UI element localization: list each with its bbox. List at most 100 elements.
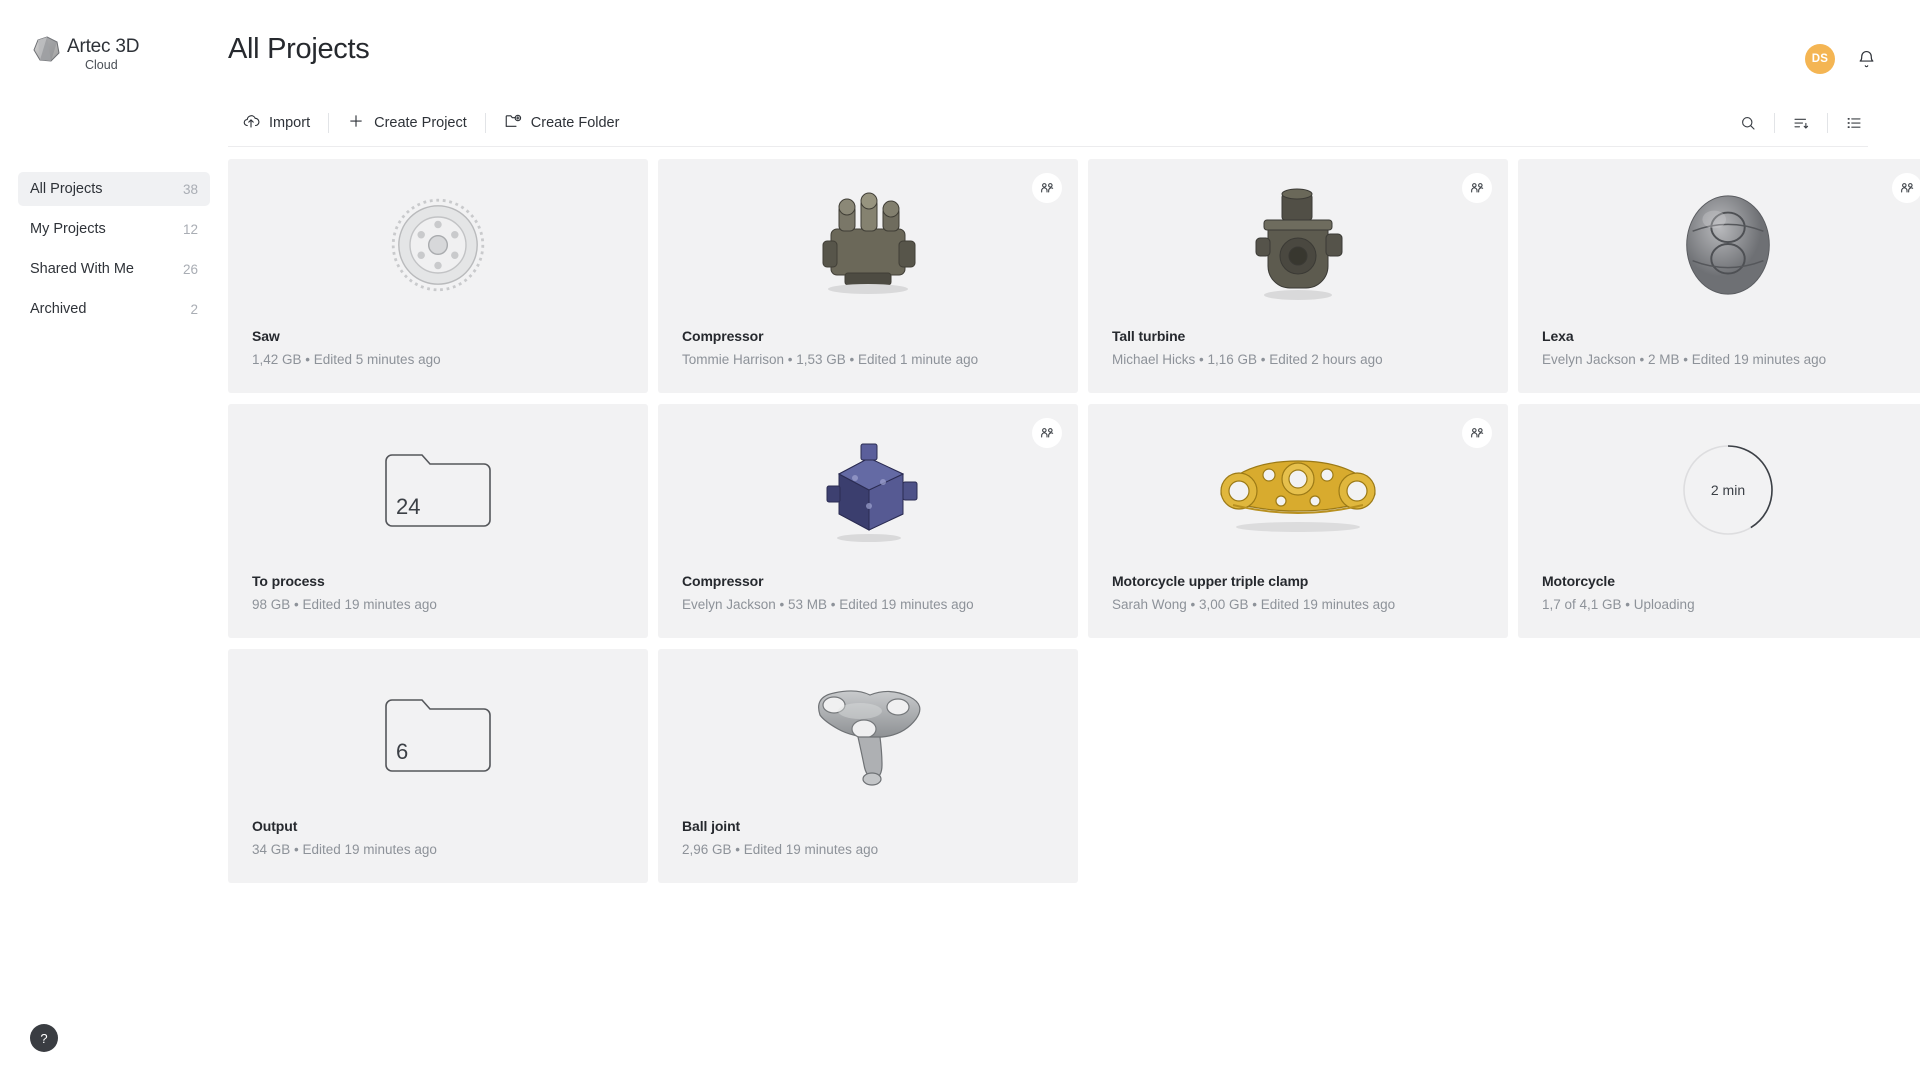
sidebar-item-my-projects[interactable]: My Projects 12 <box>18 212 210 246</box>
brand-name: Artec 3D <box>67 36 140 57</box>
upload-progress-ring: 2 min <box>1682 444 1774 536</box>
project-meta: To process 98 GB • Edited 19 minutes ago <box>252 571 628 616</box>
toolbar-actions: Import Create Project Create Folder <box>228 106 633 140</box>
project-card-triple-clamp[interactable]: Motorcycle upper triple clamp Sarah Wong… <box>1088 404 1508 638</box>
shared-users-icon[interactable] <box>1032 173 1062 203</box>
project-meta: Compressor Tommie Harrison • 1,53 GB • E… <box>682 326 1058 371</box>
upload-time-remaining: 2 min <box>1710 482 1746 498</box>
project-card-lexa[interactable]: Lexa Evelyn Jackson • 2 MB • Edited 19 m… <box>1518 159 1920 393</box>
project-subtitle: Sarah Wong • 3,00 GB • Edited 19 minutes… <box>1112 597 1396 612</box>
project-meta: Ball joint 2,96 GB • Edited 19 minutes a… <box>682 816 1058 861</box>
sidebar-item-all-projects[interactable]: All Projects 38 <box>18 172 210 206</box>
avatar-initials: DS <box>1811 53 1829 65</box>
project-subtitle: 1,7 of 4,1 GB • Uploading <box>1542 597 1695 612</box>
header-actions: DS <box>1805 44 1876 74</box>
sidebar-item-count: 12 <box>182 221 198 237</box>
sidebar-item-count: 26 <box>182 261 198 277</box>
sidebar: Artec 3D Cloud All Projects 38 My Projec… <box>0 0 228 1080</box>
project-title: To process <box>252 573 325 589</box>
sidebar-item-label: My Projects <box>30 221 106 237</box>
cloud-upload-icon <box>242 112 260 134</box>
project-card-saw[interactable]: Saw 1,42 GB • Edited 5 minutes ago <box>228 159 648 393</box>
project-subtitle: 98 GB • Edited 19 minutes ago <box>252 597 437 612</box>
project-card-compressor-blue[interactable]: Compressor Evelyn Jackson • 53 MB • Edit… <box>658 404 1078 638</box>
create-project-label: Create Project <box>374 115 467 131</box>
search-icon[interactable] <box>1726 108 1770 138</box>
import-button[interactable]: Import <box>228 106 324 140</box>
import-label: Import <box>269 115 311 131</box>
project-meta: Motorcycle 1,7 of 4,1 GB • Uploading <box>1542 571 1918 616</box>
project-card-tall-turbine[interactable]: Tall turbine Michael Hicks • 1,16 GB • E… <box>1088 159 1508 393</box>
project-subtitle: 34 GB • Edited 19 minutes ago <box>252 842 437 857</box>
sidebar-item-count: 38 <box>182 181 198 197</box>
create-folder-label: Create Folder <box>530 115 620 131</box>
project-grid: Saw 1,42 GB • Edited 5 minutes ago Compr… <box>228 159 1920 883</box>
bell-icon[interactable] <box>1857 50 1876 69</box>
folder-thumbnail: 6 <box>228 649 648 821</box>
folder-plus-icon <box>504 112 522 134</box>
create-project-button[interactable]: Create Project <box>333 106 481 140</box>
sidebar-nav: All Projects 38 My Projects 12 Shared Wi… <box>0 172 228 326</box>
toolbar-view-controls <box>1726 108 1920 138</box>
project-title: Output <box>252 818 298 834</box>
project-meta: Saw 1,42 GB • Edited 5 minutes ago <box>252 326 628 371</box>
app-root: Artec 3D Cloud All Projects 38 My Projec… <box>0 0 1920 1080</box>
project-subtitle: 2,96 GB • Edited 19 minutes ago <box>682 842 879 857</box>
project-meta: Output 34 GB • Edited 19 minutes ago <box>252 816 628 861</box>
project-thumbnail <box>658 649 1078 821</box>
upload-progress-thumbnail: 2 min <box>1518 404 1920 576</box>
shared-users-icon[interactable] <box>1462 173 1492 203</box>
folder-card-to-process[interactable]: 24 To process 98 GB • Edited 19 minutes … <box>228 404 648 638</box>
help-button[interactable]: ? <box>30 1024 58 1052</box>
project-meta: Motorcycle upper triple clamp Sarah Wong… <box>1112 571 1488 616</box>
project-subtitle: 1,42 GB • Edited 5 minutes ago <box>252 352 441 367</box>
folder-card-output[interactable]: 6 Output 34 GB • Edited 19 minutes ago <box>228 649 648 883</box>
toolbar: Import Create Project Create Folder <box>228 100 1920 146</box>
project-card-motorcycle-uploading[interactable]: 2 min Motorcycle 1,7 of 4,1 GB • Uploadi… <box>1518 404 1920 638</box>
brand-logo-block[interactable]: Artec 3D Cloud <box>0 0 228 88</box>
project-subtitle: Evelyn Jackson • 2 MB • Edited 19 minute… <box>1542 352 1827 367</box>
list-view-icon[interactable] <box>1832 108 1876 138</box>
brand-subtitle: Cloud <box>85 58 118 72</box>
project-title: Ball joint <box>682 818 741 834</box>
project-thumbnail <box>228 159 648 331</box>
sort-descending-icon[interactable] <box>1779 108 1823 138</box>
project-subtitle: Evelyn Jackson • 53 MB • Edited 19 minut… <box>682 597 974 612</box>
shared-users-icon[interactable] <box>1032 418 1062 448</box>
project-thumbnail <box>1518 159 1920 331</box>
project-thumbnail <box>1088 159 1508 331</box>
project-thumbnail <box>658 159 1078 331</box>
project-thumbnail <box>658 404 1078 576</box>
project-thumbnail <box>1088 404 1508 576</box>
toolbar-divider <box>328 113 330 133</box>
sidebar-item-shared-with-me[interactable]: Shared With Me 26 <box>18 252 210 286</box>
shared-users-icon[interactable] <box>1462 418 1492 448</box>
folder-item-count: 6 <box>396 738 409 764</box>
project-card-compressor[interactable]: Compressor Tommie Harrison • 1,53 GB • E… <box>658 159 1078 393</box>
sidebar-item-label: Archived <box>30 301 87 317</box>
sidebar-item-label: Shared With Me <box>30 261 134 277</box>
toolbar-bottom-divider <box>228 146 1868 147</box>
toolbar-divider <box>484 113 486 133</box>
create-folder-button[interactable]: Create Folder <box>490 106 634 140</box>
page-title: All Projects <box>228 33 370 65</box>
sidebar-item-archived[interactable]: Archived 2 <box>18 292 210 326</box>
project-meta: Compressor Evelyn Jackson • 53 MB • Edit… <box>682 571 1058 616</box>
project-title: Motorcycle upper triple clamp <box>1112 573 1309 589</box>
project-card-ball-joint[interactable]: Ball joint 2,96 GB • Edited 19 minutes a… <box>658 649 1078 883</box>
question-mark-icon: ? <box>40 1030 48 1046</box>
project-meta: Tall turbine Michael Hicks • 1,16 GB • E… <box>1112 326 1488 371</box>
shared-users-icon[interactable] <box>1892 173 1920 203</box>
project-title: Tall turbine <box>1112 328 1186 344</box>
toolbar-divider <box>1774 113 1775 133</box>
sidebar-item-label: All Projects <box>30 181 103 197</box>
avatar[interactable]: DS <box>1805 44 1835 74</box>
project-meta: Lexa Evelyn Jackson • 2 MB • Edited 19 m… <box>1542 326 1918 371</box>
folder-item-count: 24 <box>396 493 421 519</box>
project-subtitle: Michael Hicks • 1,16 GB • Edited 2 hours… <box>1112 352 1383 367</box>
project-title: Compressor <box>682 573 764 589</box>
toolbar-divider <box>1827 113 1828 133</box>
project-subtitle: Tommie Harrison • 1,53 GB • Edited 1 min… <box>682 352 979 367</box>
project-title: Saw <box>252 328 280 344</box>
page-header: All Projects DS <box>228 0 1920 100</box>
